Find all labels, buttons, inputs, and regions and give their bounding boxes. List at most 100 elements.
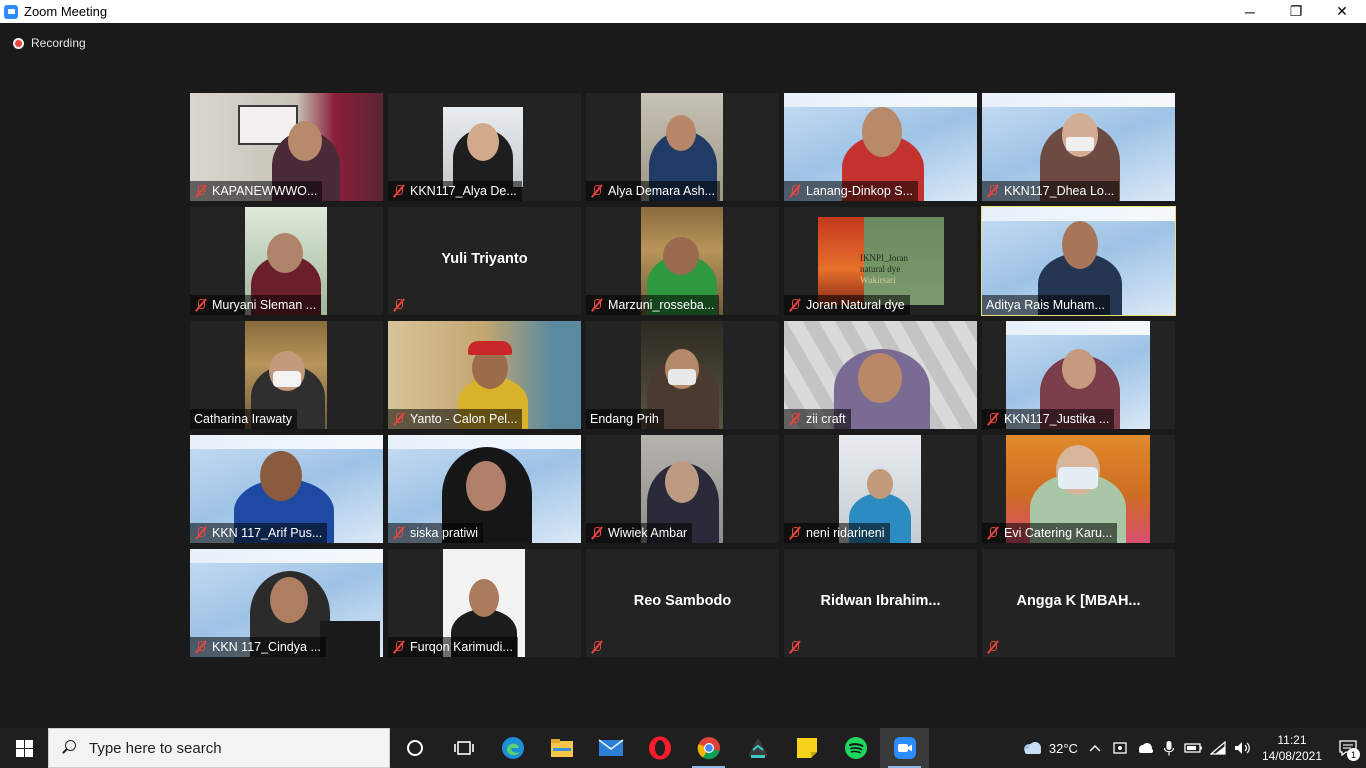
microphone-icon[interactable]: [1158, 728, 1180, 768]
participant-tile[interactable]: zii craft: [784, 321, 977, 429]
notification-count-badge: 1: [1347, 748, 1360, 761]
search-icon: [61, 740, 77, 756]
participant-video: [443, 107, 523, 187]
meet-now-icon[interactable]: [1108, 728, 1132, 768]
participant-nameplate: KKN 117_Arif Pus...: [190, 523, 328, 543]
participant-tile[interactable]: Catharina Irawaty: [190, 321, 383, 429]
windows-taskbar: 32°C 11:21 14/08/2021 1: [0, 728, 1366, 768]
system-tray: 32°C 11:21 14/08/2021 1: [1017, 728, 1366, 768]
muted-mic-icon: [986, 184, 999, 198]
participant-tile[interactable]: Wiwiek Ambar: [586, 435, 779, 543]
wifi-icon[interactable]: [1206, 728, 1230, 768]
participant-nameplate: KKN117_Dhea Lo...: [982, 181, 1120, 201]
participant-nameplate: siska pratiwi: [388, 523, 484, 543]
start-button[interactable]: [0, 728, 48, 768]
participant-tile[interactable]: siska pratiwi: [388, 435, 581, 543]
muted-mic-icon: [788, 526, 801, 540]
clock-date: 14/08/2021: [1261, 749, 1322, 763]
participant-tile-active-speaker[interactable]: Aditya Rais Muham...: [981, 206, 1176, 316]
participant-nameplate: zii craft: [784, 409, 851, 429]
taskbar-search[interactable]: [48, 728, 390, 768]
recording-icon: [13, 37, 24, 49]
muted-mic-icon: [986, 640, 999, 654]
taskbar-clock[interactable]: 11:21 14/08/2021: [1254, 732, 1330, 764]
poster-line: Wukirsari: [860, 275, 896, 285]
participant-nameplate: Aditya Rais Muham...: [982, 295, 1110, 315]
participant-tile[interactable]: IKNPI_Joran natural dye Wukirsari Joran …: [784, 207, 977, 315]
participant-tile[interactable]: KAPANEWWWO...: [190, 93, 383, 201]
participant-nameplate: Evi Catering Karu...: [982, 523, 1118, 543]
terminal-icon[interactable]: [733, 728, 782, 768]
zoom-app-icon: [4, 4, 18, 19]
participant-tile[interactable]: KKN 117_Cindya ...: [190, 549, 383, 657]
participant-tile[interactable]: Yanto - Calon Pel...: [388, 321, 581, 429]
search-input[interactable]: [89, 739, 379, 757]
weather-cloud-icon: [1023, 742, 1041, 754]
muted-mic-icon: [788, 298, 801, 312]
participant-tile[interactable]: Yuli Triyanto: [388, 207, 581, 315]
onedrive-cloud-icon[interactable]: [1132, 728, 1158, 768]
window-titlebar: Zoom Meeting ─ ❐ ✕: [0, 0, 1366, 23]
notification-center-button[interactable]: 1: [1330, 728, 1366, 768]
participant-tile[interactable]: KKN 117_Arif Pus...: [190, 435, 383, 543]
maximize-button[interactable]: ❐: [1273, 0, 1319, 23]
edge-icon[interactable]: [488, 728, 537, 768]
participant-nameplate: KKN 117_Cindya ...: [190, 637, 326, 657]
file-explorer-icon[interactable]: [537, 728, 586, 768]
participant-tile[interactable]: Ridwan Ibrahim...: [784, 549, 977, 657]
participant-nameplate: neni ridarineni: [784, 523, 890, 543]
zoom-icon[interactable]: [880, 728, 929, 768]
participant-nameplate: Catharina Irawaty: [190, 409, 297, 429]
sticky-notes-icon[interactable]: [782, 728, 831, 768]
muted-mic-icon: [590, 640, 603, 654]
participant-display-name: Yuli Triyanto: [441, 251, 528, 267]
participant-tile[interactable]: Lanang-Dinkop S...: [784, 93, 977, 201]
recording-indicator[interactable]: Recording: [13, 36, 86, 50]
muted-mic-icon: [788, 184, 801, 198]
chrome-icon[interactable]: [684, 728, 733, 768]
weather-widget[interactable]: 32°C: [1017, 728, 1082, 768]
poster-line: IKNPI_Joran: [860, 253, 908, 263]
participant-tile[interactable]: Reo Sambodo: [586, 549, 779, 657]
participant-nameplate: Wiwiek Ambar: [586, 523, 693, 543]
minimize-button[interactable]: ─: [1227, 0, 1273, 23]
participant-tile[interactable]: Furqon Karimudi...: [388, 549, 581, 657]
close-button[interactable]: ✕: [1319, 0, 1365, 23]
muted-mic-icon: [194, 298, 207, 312]
muted-mic-icon: [590, 298, 603, 312]
volume-icon[interactable]: [1230, 728, 1254, 768]
participant-tile[interactable]: KKN117_Justika ...: [982, 321, 1175, 429]
participant-tile[interactable]: Angga K [MBAH...: [982, 549, 1175, 657]
participant-tile[interactable]: KKN117_Dhea Lo...: [982, 93, 1175, 201]
muted-mic-icon: [986, 526, 999, 540]
participant-tile[interactable]: Evi Catering Karu...: [982, 435, 1175, 543]
mail-icon[interactable]: [586, 728, 635, 768]
muted-mic-icon: [788, 412, 801, 426]
participant-video: IKNPI_Joran natural dye Wukirsari: [818, 217, 944, 305]
spotify-icon[interactable]: [831, 728, 880, 768]
clock-time: 11:21: [1277, 733, 1307, 747]
participant-nameplate: Lanang-Dinkop S...: [784, 181, 919, 201]
task-view-icon[interactable]: [439, 728, 488, 768]
weather-temperature: 32°C: [1048, 740, 1078, 756]
participant-tile[interactable]: Marzuni_rosseba...: [586, 207, 779, 315]
participant-tile[interactable]: KKN117_Alya De...: [388, 93, 581, 201]
show-hidden-icons-chevron-up-icon[interactable]: [1082, 728, 1108, 768]
poster-line: natural dye: [860, 264, 901, 274]
participant-display-name: Angga K [MBAH...: [1016, 593, 1141, 609]
participant-display-name: Reo Sambodo: [633, 593, 732, 609]
participant-nameplate: KAPANEWWWO...: [190, 181, 323, 201]
participant-tile[interactable]: Muryani Sleman ...: [190, 207, 383, 315]
participant-nameplate: Alya Demara Ash...: [586, 181, 720, 201]
muted-mic-icon: [392, 298, 405, 312]
cortana-icon[interactable]: [390, 728, 439, 768]
participant-display-name: Ridwan Ibrahim...: [820, 593, 941, 609]
participant-tile[interactable]: Endang Prih: [586, 321, 779, 429]
battery-icon[interactable]: [1180, 728, 1206, 768]
opera-icon[interactable]: [635, 728, 684, 768]
participant-tile[interactable]: neni ridarineni: [784, 435, 977, 543]
participant-nameplate: KKN117_Justika ...: [982, 409, 1115, 429]
participant-tile[interactable]: Alya Demara Ash...: [586, 93, 779, 201]
participant-nameplate: Endang Prih: [586, 409, 664, 429]
gallery-view: KAPANEWWWO... KKN117_Alya De... Alya Dem…: [190, 93, 1176, 657]
